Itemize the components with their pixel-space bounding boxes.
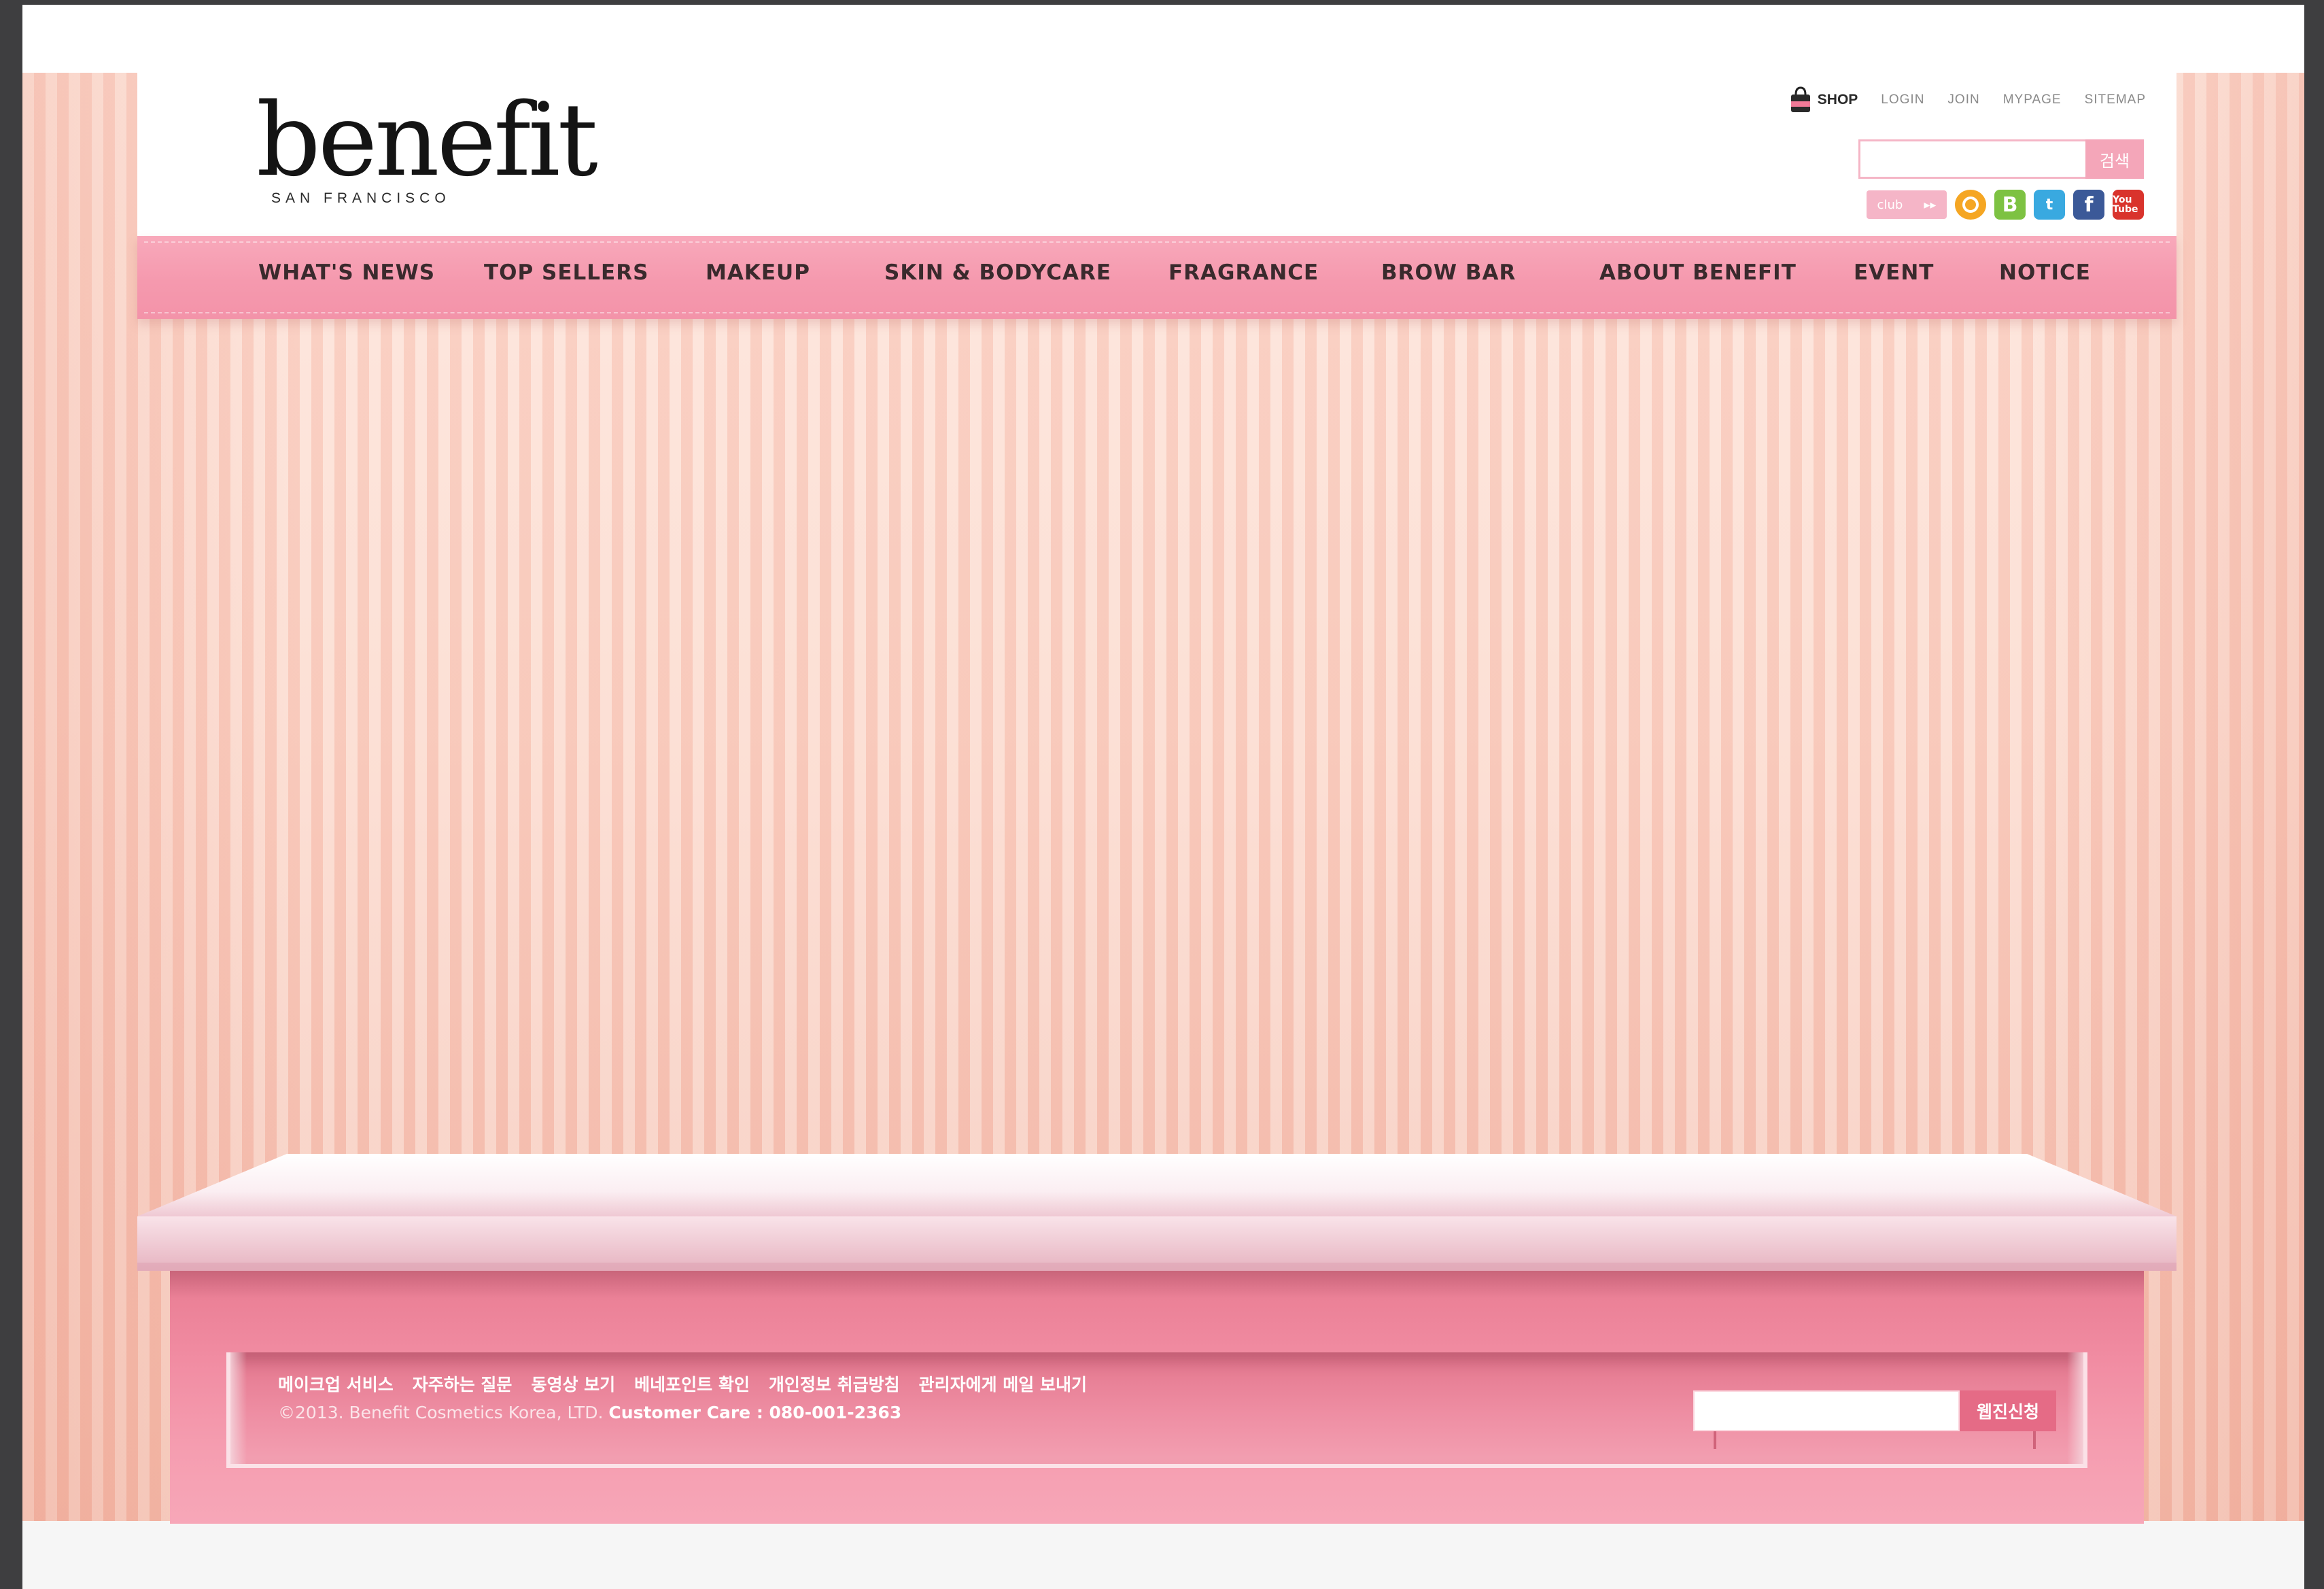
page-top-margin <box>22 5 2304 73</box>
join-link[interactable]: JOIN <box>1947 92 1979 107</box>
shopping-bag-icon <box>1789 86 1812 114</box>
nav-fragrance[interactable]: FRAGRANCE <box>1168 260 1319 285</box>
nav-about-benefit[interactable]: ABOUT BENEFIT <box>1599 260 1797 285</box>
social-links: club ▸▸ B t f You Tube <box>1867 190 2144 220</box>
newsletter-stand-left <box>1714 1431 1716 1449</box>
mypage-link[interactable]: MYPAGE <box>2003 92 2062 107</box>
footer-panel: 메이크업 서비스 자주하는 질문 동영상 보기 베네포인트 확인 개인정보 취급… <box>226 1352 2087 1468</box>
logo-tagline: SAN FRANCISCO <box>271 190 451 206</box>
search-form: 검색 <box>1858 139 2144 179</box>
club-label: club <box>1877 197 1903 212</box>
login-link[interactable]: LOGIN <box>1881 92 1924 107</box>
copyright-text: ©2013. Benefit Cosmetics Korea, LTD. Cus… <box>278 1403 901 1422</box>
twitter-icon[interactable]: t <box>2034 190 2065 220</box>
search-input[interactable] <box>1858 139 2085 179</box>
nav-brow-bar[interactable]: BROW BAR <box>1381 260 1516 285</box>
play-arrows-icon: ▸▸ <box>1924 197 1937 212</box>
newsletter-input[interactable] <box>1693 1390 1960 1431</box>
benefit-logo[interactable]: benefit SAN FRANCISCO <box>256 90 598 206</box>
browser-page: benefit SAN FRANCISCO SHOP LOGIN JOIN MY… <box>22 5 2304 1589</box>
page-bottom-margin <box>22 1521 2304 1589</box>
blog-icon[interactable]: B <box>1994 190 2026 220</box>
footer-link-makeup-service[interactable]: 메이크업 서비스 <box>278 1371 394 1396</box>
nav-event[interactable]: EVENT <box>1854 260 1934 285</box>
utility-links: SHOP LOGIN JOIN MYPAGE SITEMAP <box>1789 83 2146 117</box>
nav-makeup[interactable]: MAKEUP <box>706 260 810 285</box>
footer-link-privacy[interactable]: 개인정보 취급방침 <box>769 1371 900 1396</box>
newsletter-stand-right <box>2033 1431 2036 1449</box>
shelf-cabinet: 메이크업 서비스 자주하는 질문 동영상 보기 베네포인트 확인 개인정보 취급… <box>170 1271 2144 1524</box>
customer-care: Customer Care : 080-001-2363 <box>608 1403 902 1422</box>
footer-link-email-admin[interactable]: 관리자에게 메일 보내기 <box>919 1371 1087 1396</box>
footer-links: 메이크업 서비스 자주하는 질문 동영상 보기 베네포인트 확인 개인정보 취급… <box>278 1371 1087 1396</box>
shop-label: SHOP <box>1817 92 1858 107</box>
facebook-icon[interactable]: f <box>2073 190 2104 220</box>
main-navigation: WHAT'S NEWS TOP SELLERS MAKEUP SKIN & BO… <box>137 236 2176 319</box>
nav-top-sellers[interactable]: TOP SELLERS <box>484 260 648 285</box>
newsletter-subscribe-button[interactable]: 웹진신청 <box>1960 1390 2056 1431</box>
club-badge[interactable]: club ▸▸ <box>1867 190 1947 219</box>
search-button[interactable]: 검색 <box>2085 139 2144 179</box>
footer-link-videos[interactable]: 동영상 보기 <box>531 1371 615 1396</box>
copyright-line: ©2013. Benefit Cosmetics Korea, LTD. <box>278 1403 604 1422</box>
shelf-top-surface <box>137 1154 2176 1273</box>
ring-icon[interactable] <box>1955 190 1986 220</box>
youtube-icon[interactable]: You Tube <box>2113 190 2144 220</box>
nav-skin-bodycare[interactable]: SKIN & BODYCARE <box>884 260 1111 285</box>
newsletter-form: 웹진신청 <box>1693 1390 2056 1449</box>
nav-whats-news[interactable]: WHAT'S NEWS <box>258 260 435 285</box>
shop-link[interactable]: SHOP <box>1789 86 1858 114</box>
logo-wordmark: benefit <box>256 82 598 199</box>
site-header: benefit SAN FRANCISCO SHOP LOGIN JOIN MY… <box>137 73 2176 236</box>
footer-link-points[interactable]: 베네포인트 확인 <box>634 1371 750 1396</box>
nav-notice[interactable]: NOTICE <box>1999 260 2091 285</box>
footer-link-faq[interactable]: 자주하는 질문 <box>413 1371 513 1396</box>
sitemap-link[interactable]: SITEMAP <box>2085 92 2146 107</box>
